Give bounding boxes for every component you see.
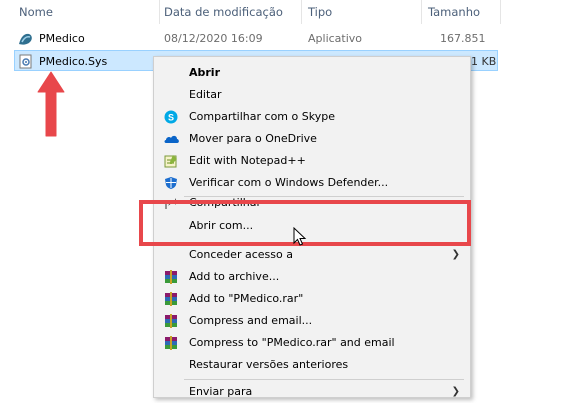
menu-item-label: Restaurar versões anteriores bbox=[189, 358, 349, 371]
menu-item-send-to[interactable]: Enviar para ❯ bbox=[154, 381, 470, 403]
menu-item-edit[interactable]: Editar bbox=[154, 84, 470, 106]
menu-item-compress-email[interactable]: Compress and email... bbox=[154, 310, 470, 332]
file-name: PMedico.Sys bbox=[39, 55, 108, 68]
column-header-date[interactable]: Data de modificação bbox=[164, 2, 283, 22]
onedrive-icon bbox=[164, 132, 179, 146]
file-type: Aplicativo bbox=[308, 32, 363, 45]
column-header-type[interactable]: Tipo bbox=[308, 2, 332, 22]
winrar-icon bbox=[164, 292, 178, 306]
menu-separator bbox=[184, 379, 464, 380]
mouse-cursor-icon bbox=[293, 227, 307, 246]
file-row[interactable]: PMedico 08/12/2020 16:09 Aplicativo 167.… bbox=[0, 28, 500, 66]
defender-icon bbox=[164, 176, 178, 190]
column-divider[interactable] bbox=[159, 0, 160, 24]
file-name: PMedico bbox=[39, 32, 85, 45]
winrar-icon bbox=[164, 270, 178, 284]
file-size: 1 KB bbox=[471, 55, 497, 68]
menu-item-add-rar[interactable]: Add to "PMedico.rar" bbox=[154, 288, 470, 310]
menu-item-compress-rar-email[interactable]: Compress to "PMedico.rar" and email bbox=[154, 332, 470, 354]
menu-item-label: Conceder acesso a bbox=[189, 248, 293, 261]
winrar-icon bbox=[164, 314, 178, 328]
column-divider[interactable] bbox=[301, 0, 302, 24]
sys-file-icon bbox=[18, 54, 34, 69]
column-header-name[interactable]: Nome bbox=[19, 2, 53, 22]
skype-icon: S bbox=[164, 110, 178, 124]
menu-item-label: Compress and email... bbox=[189, 314, 313, 327]
annotation-arrow-icon bbox=[37, 71, 65, 137]
column-header-bar: Nome Data de modificação Tipo Tamanho bbox=[0, 0, 564, 24]
menu-item-label: Add to "PMedico.rar" bbox=[189, 292, 304, 305]
menu-item-label: Verificar com o Windows Defender... bbox=[189, 176, 389, 189]
menu-item-notepadpp[interactable]: Edit with Notepad++ bbox=[154, 150, 470, 172]
menu-item-grant-access[interactable]: Conceder acesso a ❯ bbox=[154, 244, 470, 266]
app-icon bbox=[18, 32, 34, 46]
menu-item-onedrive[interactable]: Mover para o OneDrive bbox=[154, 128, 470, 150]
winrar-icon bbox=[164, 336, 178, 350]
menu-item-label: Compress to "PMedico.rar" and email bbox=[189, 336, 395, 349]
menu-item-open[interactable]: Abrir bbox=[154, 62, 470, 84]
menu-item-label: Edit with Notepad++ bbox=[189, 154, 306, 167]
menu-item-defender[interactable]: Verificar com o Windows Defender... bbox=[154, 172, 470, 194]
column-divider[interactable] bbox=[500, 0, 501, 24]
menu-item-label: Enviar para bbox=[189, 385, 253, 398]
menu-item-label: Compartilhar com o Skype bbox=[189, 110, 335, 123]
menu-item-add-archive[interactable]: Add to archive... bbox=[154, 266, 470, 288]
file-date: 08/12/2020 16:09 bbox=[164, 32, 263, 45]
menu-item-skype[interactable]: S Compartilhar com o Skype bbox=[154, 106, 470, 128]
file-size: 167.851 KB bbox=[440, 32, 486, 66]
menu-item-label: Mover para o OneDrive bbox=[189, 132, 317, 145]
notepadpp-icon bbox=[164, 154, 178, 168]
menu-item-label: Editar bbox=[189, 88, 222, 101]
chevron-right-icon: ❯ bbox=[451, 386, 460, 397]
menu-item-label: Add to archive... bbox=[189, 270, 280, 283]
chevron-right-icon: ❯ bbox=[451, 249, 460, 260]
column-header-size[interactable]: Tamanho bbox=[428, 2, 480, 22]
menu-item-restore-versions[interactable]: Restaurar versões anteriores bbox=[154, 354, 470, 376]
menu-item-label: Abrir bbox=[189, 66, 221, 79]
svg-text:S: S bbox=[168, 113, 174, 123]
column-divider[interactable] bbox=[421, 0, 422, 24]
